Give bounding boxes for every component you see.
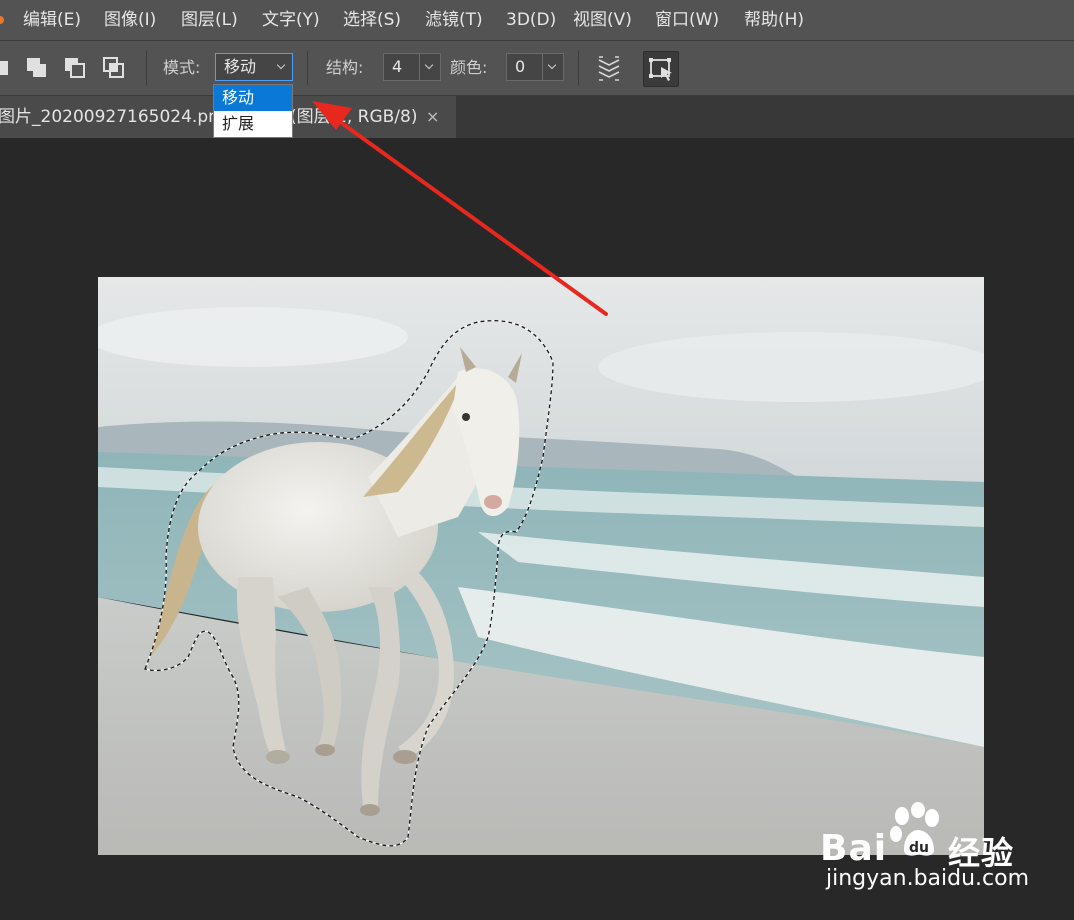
menu-view[interactable]: 视图(V): [573, 0, 632, 40]
chevron-down-icon[interactable]: [542, 54, 563, 80]
subtract-shape-icon[interactable]: [62, 55, 88, 81]
separator: [146, 51, 147, 85]
mode-select[interactable]: 移动: [215, 53, 293, 81]
menu-image[interactable]: 图像(I): [104, 0, 156, 40]
svg-text:du: du: [909, 840, 929, 856]
menu-help[interactable]: 帮助(H): [744, 0, 804, 40]
watermark-url: jingyan.baidu.com: [826, 866, 1030, 891]
sample-all-layers-icon: [598, 56, 620, 81]
menu-3d[interactable]: 3D(D): [506, 0, 556, 40]
structure-select-value: 4: [392, 57, 403, 76]
menu-edit[interactable]: 编辑(E): [23, 0, 81, 40]
watermark-brand: Bai: [820, 828, 888, 869]
transform-on-drop-icon: [649, 58, 672, 81]
horse-beach-photo: [98, 277, 984, 855]
menu-filter[interactable]: 滤镜(T): [425, 0, 483, 40]
close-icon[interactable]: ×: [426, 96, 439, 138]
dropdown-option-extend[interactable]: 扩展: [214, 111, 292, 137]
structure-label: 结构:: [326, 58, 364, 77]
menu-window[interactable]: 窗口(W): [655, 0, 719, 40]
separator: [307, 51, 308, 85]
document-tab-title: 图片_20200927165024.png: [0, 107, 230, 127]
new-selection-icon[interactable]: [0, 55, 14, 81]
color-select-value: 0: [515, 57, 526, 76]
mode-dropdown-list: 移动 扩展: [213, 84, 293, 138]
menu-bar: 编辑(E) 图像(I) 图层(L) 文字(Y) 选择(S) 滤镜(T) 3D(D…: [0, 0, 1074, 41]
sample-all-layers-button[interactable]: [592, 51, 626, 85]
chevron-down-icon[interactable]: [419, 54, 440, 80]
document-tab-suffix: (图层 1, RGB/8): [290, 107, 418, 127]
structure-select[interactable]: 4: [383, 53, 441, 81]
mode-label: 模式:: [163, 58, 201, 77]
separator: [578, 51, 579, 85]
menu-type[interactable]: 文字(Y): [262, 0, 320, 40]
document-canvas[interactable]: [98, 277, 984, 855]
document-tab-bar: 图片_20200927165024.png (图层 1, RGB/8) ×: [0, 96, 1074, 138]
mode-select-value: 移动: [224, 57, 257, 76]
options-bar: 模式: 移动 结构: 4 颜色: 0: [0, 41, 1074, 96]
menu-layer[interactable]: 图层(L): [181, 0, 238, 40]
menu-select[interactable]: 选择(S): [343, 0, 401, 40]
intersect-shape-icon[interactable]: [101, 55, 127, 81]
app-logo-icon: [0, 16, 4, 24]
transform-on-drop-button[interactable]: [643, 51, 679, 87]
color-label: 颜色:: [450, 58, 488, 77]
combine-shapes-icon[interactable]: [24, 55, 50, 81]
baidu-watermark: du Bai 经验 jingyan.baidu.com: [820, 800, 1070, 910]
dropdown-option-move[interactable]: 移动: [214, 85, 292, 111]
chevron-down-icon[interactable]: [272, 54, 292, 80]
baidu-paw-logo-icon: du: [890, 802, 939, 856]
color-select[interactable]: 0: [506, 53, 564, 81]
